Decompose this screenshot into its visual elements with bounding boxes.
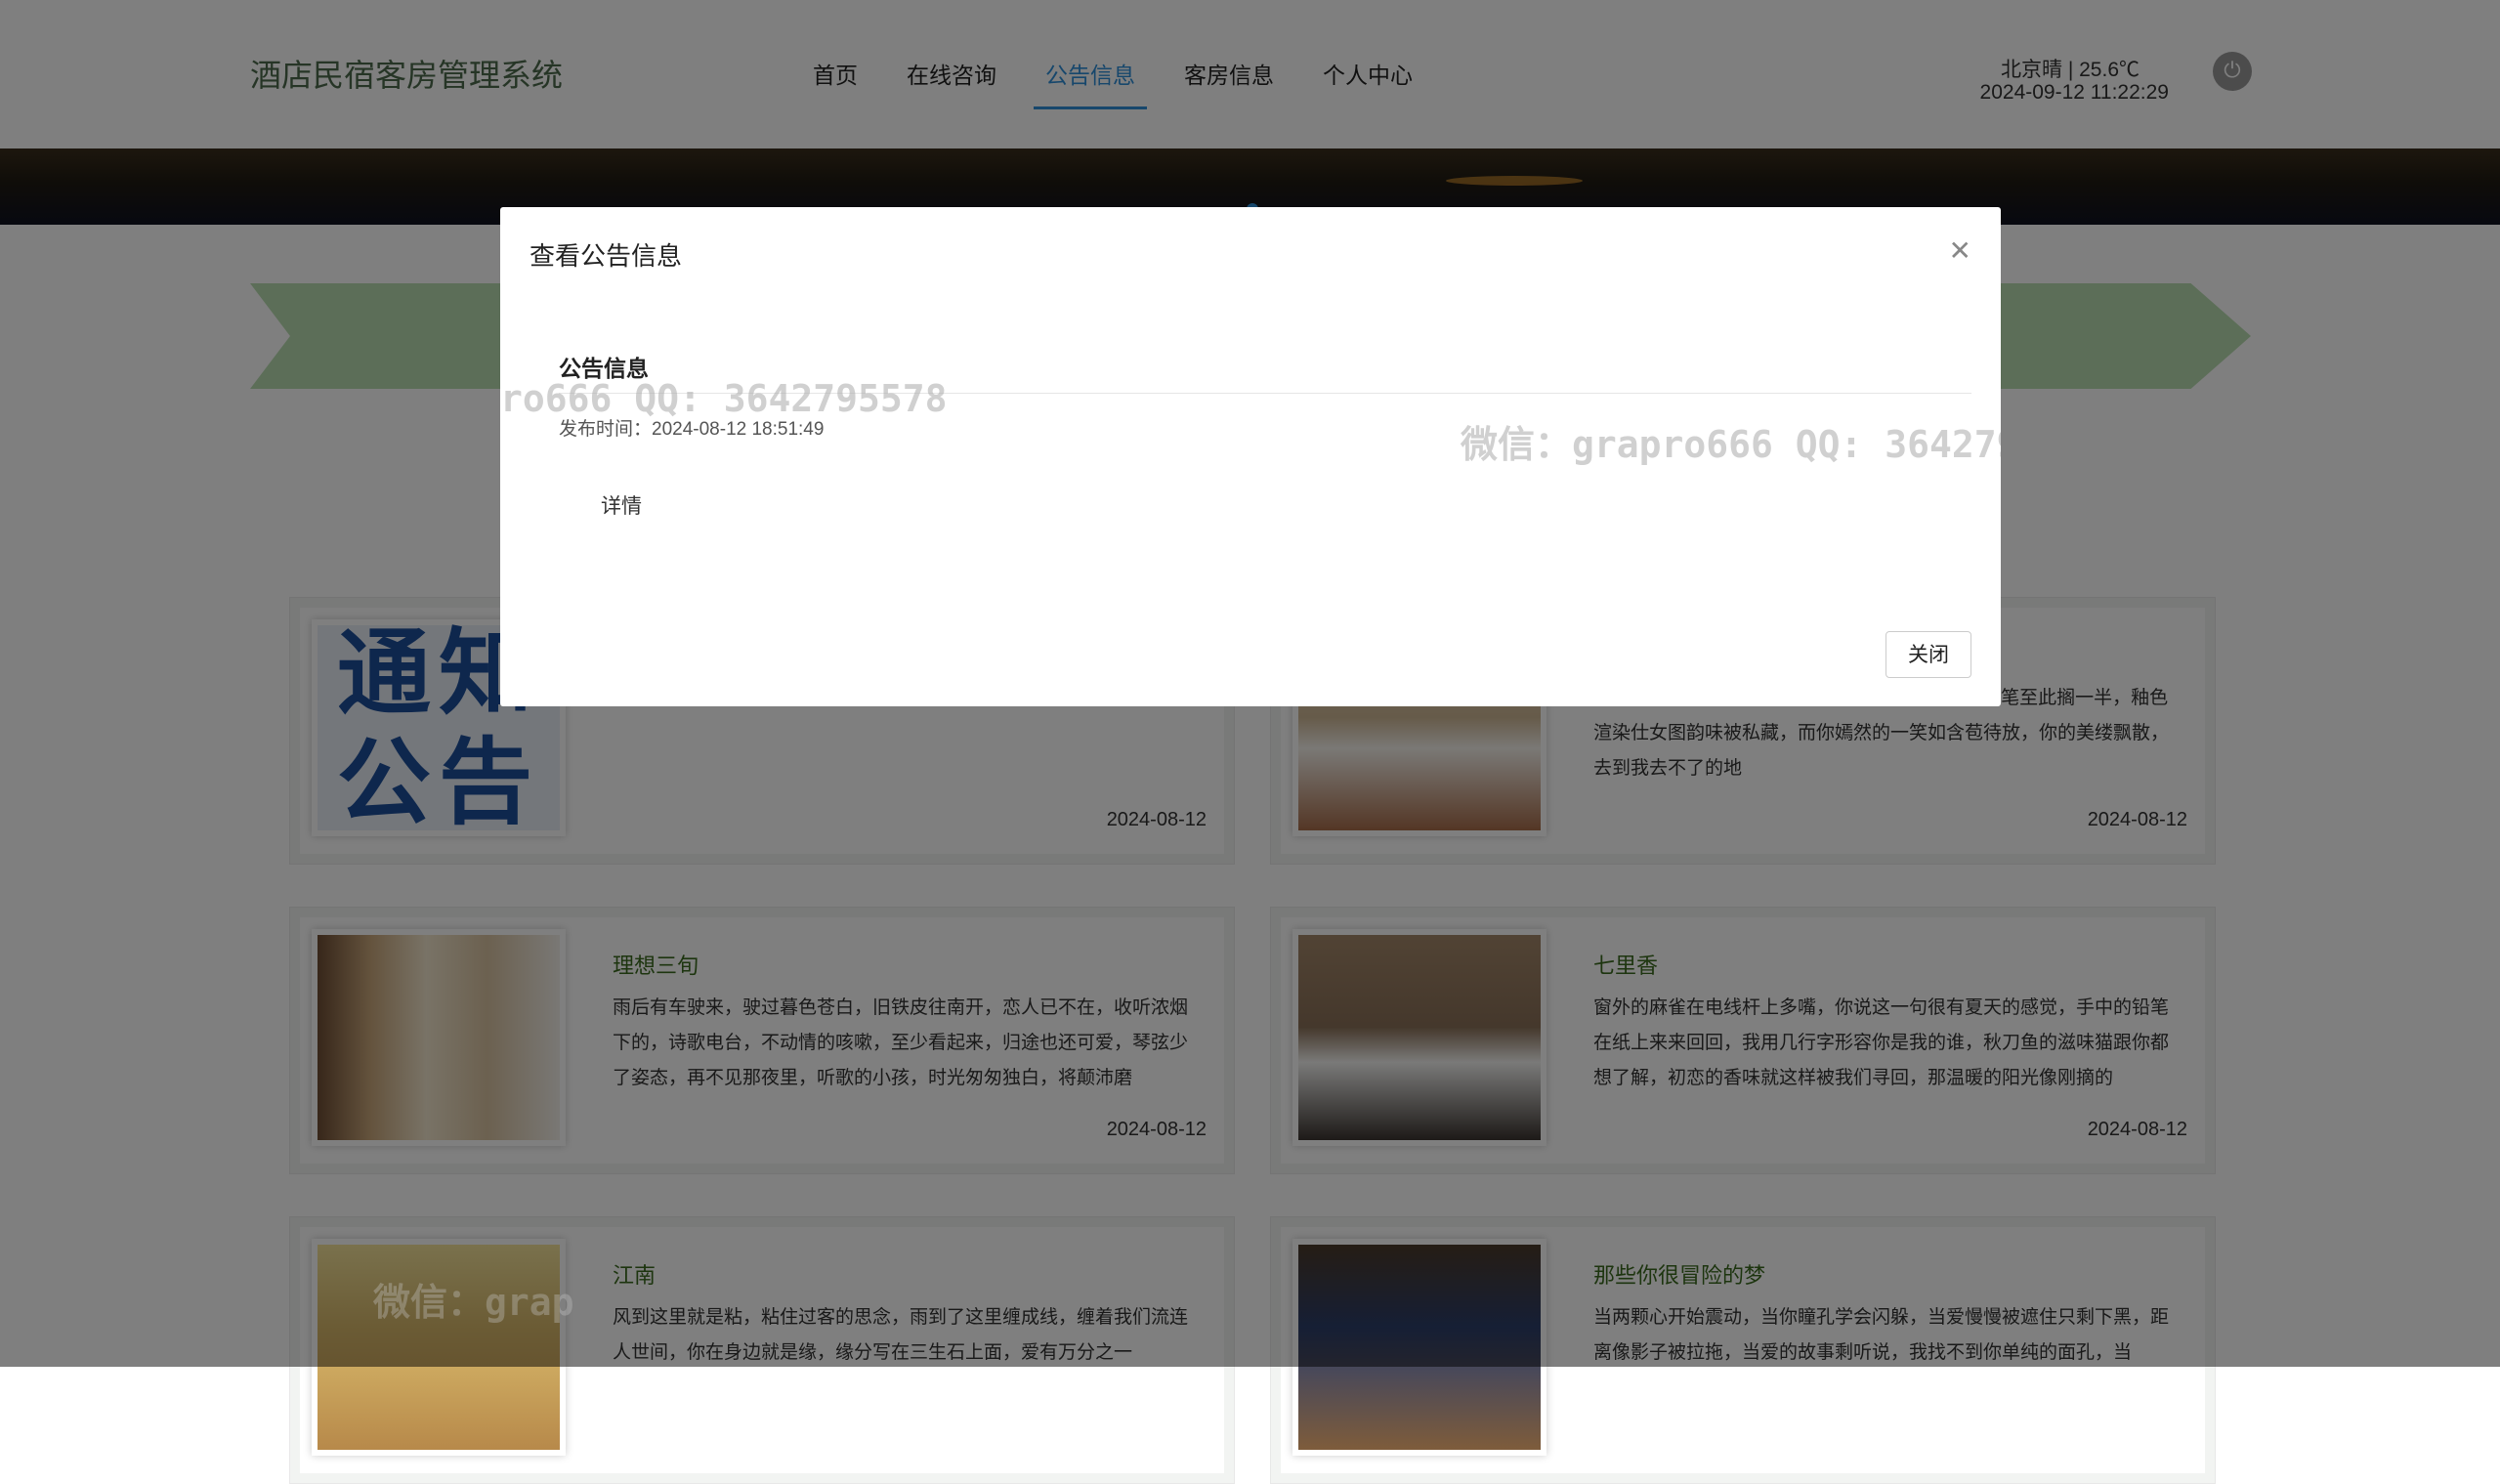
detail-text: 详情 xyxy=(601,494,642,518)
notice-dialog: 查看公告信息 ✕ 公告信息 发布时间：2024-08-12 18:51:49 详… xyxy=(500,207,2001,706)
watermark: ro666 QQ: 3642795578 xyxy=(500,377,948,420)
publish-time-label: 发布时间： xyxy=(559,418,653,440)
close-button[interactable]: 关闭 xyxy=(1886,631,1971,678)
publish-time-value: 2024-08-12 18:51:49 xyxy=(652,419,825,440)
watermark: 微信：grap xyxy=(373,1281,574,1324)
watermark: 微信：grapro666 QQ: 3642795 xyxy=(1461,423,2001,466)
dialog-title: 查看公告信息 xyxy=(530,242,683,272)
close-icon[interactable]: ✕ xyxy=(1949,234,1971,267)
